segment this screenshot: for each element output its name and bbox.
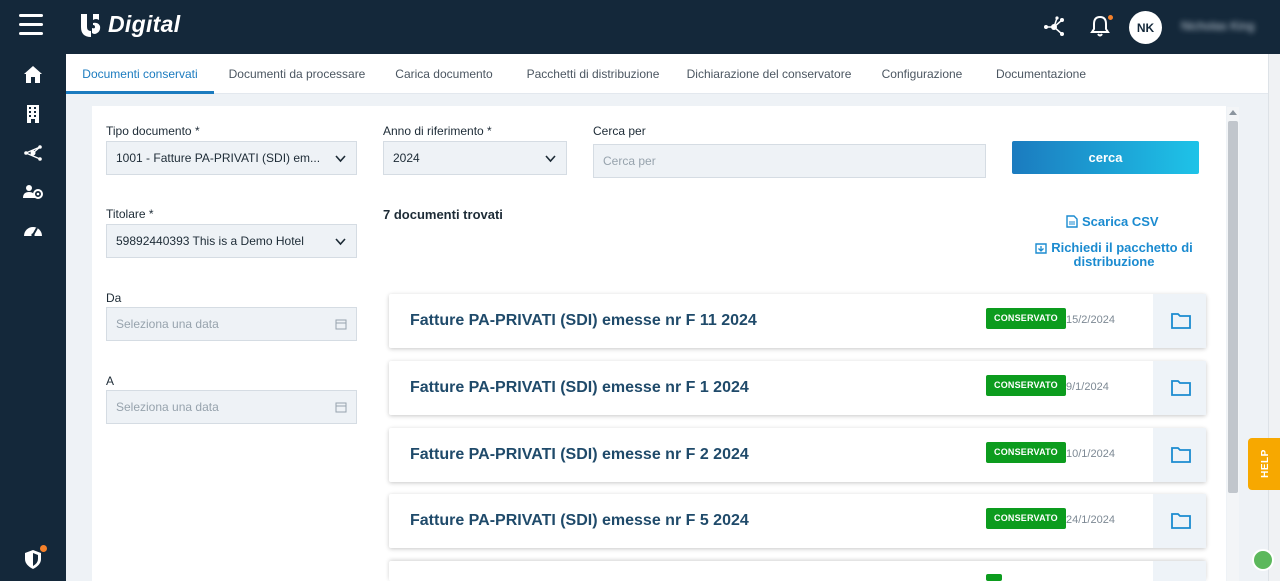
tipo-documento-select[interactable]: 1001 - Fatture PA-PRIVATI (SDI) em... [106,141,357,175]
search-button[interactable]: cerca [1012,141,1199,174]
calendar-icon [335,319,347,330]
document-date: 10/1/2024 [1066,448,1115,460]
tab-configurazione[interactable]: Configurazione [860,54,984,94]
users-gear-icon[interactable] [22,181,44,203]
request-package-label: Richiedi il pacchetto di distribuzione [1051,240,1193,269]
status-badge: CONSERVATO [986,308,1066,329]
open-folder-button[interactable] [1153,428,1206,482]
search-input[interactable]: Cerca per [593,144,986,178]
document-date: 9/1/2024 [1066,381,1109,393]
document-title[interactable]: Fatture PA-PRIVATI (SDI) emesse nr F 1 2… [410,379,749,397]
folder-icon [1171,313,1191,329]
open-folder-button[interactable] [1153,294,1206,348]
tab-carica-documento[interactable]: Carica documento [380,54,508,94]
date-from-placeholder: Seleziona una data [116,317,219,331]
anno-select[interactable]: 2024 [383,141,567,175]
document-date: 24/1/2024 [1066,514,1115,526]
titolare-select[interactable]: 59892440393 This is a Demo Hotel [106,224,357,258]
brand-name: Digital [108,11,181,37]
scroll-up-arrow[interactable] [1229,110,1237,115]
cookie-settings-icon[interactable] [1252,549,1274,571]
tab-documenti-conservati[interactable]: Documenti conservati [66,54,214,94]
download-csv-label: Scarica CSV [1082,214,1159,229]
home-icon[interactable] [22,64,44,86]
status-badge: CONSERVATO [986,442,1066,463]
logo[interactable]: Digital [78,11,180,38]
tab-bar: Documenti conservati Documenti da proces… [66,54,1268,94]
list-item[interactable]: Fatture PA-PRIVATI (SDI) emesse nr F 11 … [389,294,1206,348]
file-csv-icon [1066,215,1078,228]
tab-dichiarazione-del-conservatore[interactable]: Dichiarazione del conservatore [678,54,860,94]
sidebar [0,54,66,581]
network-icon[interactable] [1041,14,1067,40]
download-csv-link[interactable]: Scarica CSV [1066,214,1159,229]
tab-documenti-da-processare[interactable]: Documenti da processare [214,54,380,94]
open-folder-button[interactable] [1153,494,1206,548]
titolare-value: 59892440393 This is a Demo Hotel [116,234,304,248]
status-badge [986,574,1002,581]
status-badge: CONSERVATO [986,375,1066,396]
notification-dot [1107,14,1114,21]
folder-icon [1171,513,1191,529]
gauge-icon[interactable] [22,220,44,242]
cerca-per-label: Cerca per [593,124,646,138]
avatar[interactable]: NK [1129,11,1162,44]
share-icon[interactable] [22,142,44,164]
username[interactable]: Nicholas King [1181,19,1254,33]
list-item[interactable]: Fatture PA-PRIVATI (SDI) emesse nr F 1 2… [389,361,1206,415]
top-bar: Digital NK Nicholas King [0,0,1280,54]
help-button[interactable]: HELP [1248,438,1280,490]
chevron-down-icon [335,155,346,163]
results-count: 7 documenti trovati [383,207,503,222]
a-label: A [106,374,115,388]
calendar-icon [335,402,347,413]
document-title[interactable]: Fatture PA-PRIVATI (SDI) emesse nr F 5 2… [410,512,749,530]
anno-label: Anno di riferimento * [383,124,492,138]
package-download-icon [1035,243,1047,254]
da-label: Da [106,291,122,305]
request-package-link[interactable]: Richiedi il pacchetto di distribuzione [1034,241,1194,269]
folder-icon [1171,380,1191,396]
list-item[interactable] [389,561,1206,581]
date-from-field[interactable]: Seleziona una data [106,307,357,341]
building-icon[interactable] [22,103,44,125]
chevron-down-icon [335,238,346,246]
chevron-down-icon [545,155,556,163]
security-button[interactable] [22,545,47,570]
open-folder-button[interactable] [1153,361,1206,415]
list-item[interactable]: Fatture PA-PRIVATI (SDI) emesse nr F 2 2… [389,428,1206,482]
tab-pacchetti-di-distribuzione[interactable]: Pacchetti di distribuzione [508,54,678,94]
help-label: HELP [1259,449,1271,478]
folder-icon [1171,447,1191,463]
alert-dot [40,545,47,552]
tipo-documento-value: 1001 - Fatture PA-PRIVATI (SDI) em... [116,151,321,165]
tipo-documento-label: Tipo documento * [106,124,200,138]
list-item[interactable]: Fatture PA-PRIVATI (SDI) emesse nr F 5 2… [389,494,1206,548]
document-date: 15/2/2024 [1066,314,1115,326]
date-to-placeholder: Seleziona una data [116,400,219,414]
tab-documentazione[interactable]: Documentazione [984,54,1098,94]
logo-icon [81,13,101,37]
document-title[interactable]: Fatture PA-PRIVATI (SDI) emesse nr F 11 … [410,312,757,330]
anno-value: 2024 [393,151,420,165]
hamburger-icon[interactable] [19,14,43,36]
page-scrollbar[interactable] [1268,54,1280,581]
document-title[interactable]: Fatture PA-PRIVATI (SDI) emesse nr F 2 2… [410,446,749,464]
titolare-label: Titolare * [106,207,154,221]
notifications-button[interactable] [1088,14,1114,40]
status-badge: CONSERVATO [986,508,1066,529]
date-to-field[interactable]: Seleziona una data [106,390,357,424]
open-folder-button[interactable] [1153,561,1206,581]
scrollbar-thumb[interactable] [1228,121,1238,493]
